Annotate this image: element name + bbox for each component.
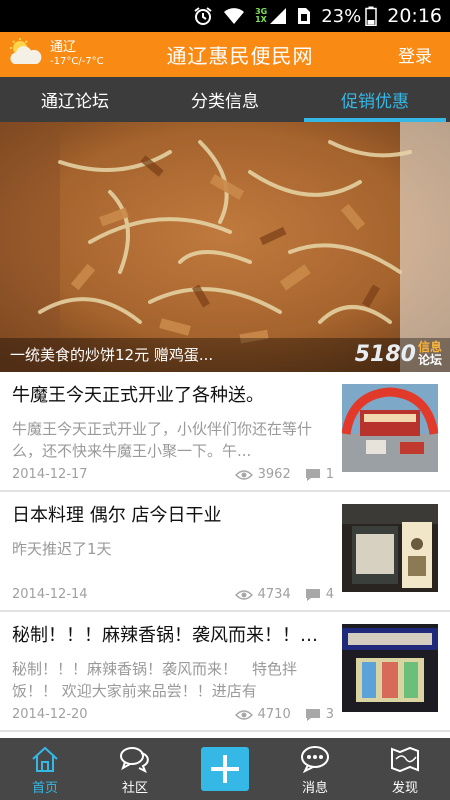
site-logo-watermark: 5180 信息 论坛: [355, 338, 442, 370]
eye-icon: [234, 709, 253, 720]
cloud-sun-icon: [6, 37, 46, 72]
nav-home[interactable]: 首页: [0, 738, 90, 800]
comment-icon: [305, 708, 320, 721]
news-thumbnail: [342, 624, 438, 712]
wifi-icon: [223, 7, 245, 25]
message-dots-icon: [301, 746, 329, 773]
comment-count: 3: [325, 707, 334, 722]
network-type-bottom: 1X: [255, 15, 267, 24]
status-bar: 3G 1X 23% 20:16: [0, 0, 450, 32]
news-title: 日本料理 偶尔 店今日干业: [12, 505, 222, 526]
clock: 20:16: [387, 5, 442, 27]
news-summary: 昨天推迟了1天: [12, 540, 112, 558]
nav-discover-label: 发现: [391, 781, 418, 796]
news-stats: 4734 4: [234, 587, 334, 602]
tab-promotions[interactable]: 促销优惠: [300, 77, 450, 122]
tab-forum[interactable]: 通辽论坛: [0, 77, 150, 122]
battery-icon: [365, 6, 377, 26]
view-count: 3962: [257, 467, 291, 482]
comment-count: 4: [325, 587, 334, 602]
eye-icon: [234, 589, 253, 600]
weather-widget[interactable]: 通辽 -17°C/-7°C: [0, 37, 110, 72]
nav-messages-label: 消息: [301, 781, 328, 796]
signal-icon: 3G 1X: [255, 7, 287, 25]
tab-classifieds[interactable]: 分类信息: [150, 77, 300, 122]
app-title: 通辽惠民便民网: [166, 44, 314, 68]
view-count: 4734: [257, 587, 291, 602]
weather-city: 通辽: [50, 39, 77, 55]
comment-icon: [305, 468, 320, 481]
add-post-button[interactable]: [201, 747, 249, 791]
app-header: 通辽 -17°C/-7°C 通辽惠民便民网 登录: [0, 32, 450, 77]
list-item[interactable]: 牛魔王今天正式开业了各种送。 牛魔王今天正式开业了，小伙伴们你还在等什么，还不快…: [0, 372, 450, 492]
news-date: 2014-12-14: [12, 587, 88, 602]
nav-home-label: 首页: [31, 781, 58, 796]
view-count: 4710: [257, 707, 291, 722]
news-stats: 4710 3: [234, 707, 334, 722]
nav-community-label: 社区: [121, 781, 148, 796]
nav-add[interactable]: [180, 738, 270, 800]
comment-icon: [305, 588, 320, 601]
home-icon: [32, 746, 58, 772]
promo-banner[interactable]: 一统美食的炒饼12元 赠鸡蛋... 5180 信息 论坛: [0, 122, 450, 372]
logo-sub-bottom: 论坛: [417, 353, 442, 367]
news-title: 秘制！！！麻辣香锅！袭风而来！！特色拌饭！！欢: [12, 625, 332, 646]
map-icon: [391, 746, 419, 773]
alarm-icon: [193, 6, 213, 26]
sim-icon: [297, 7, 311, 25]
news-date: 2014-12-17: [12, 467, 88, 482]
news-thumbnail: [342, 384, 438, 472]
chat-bubbles-icon: [120, 747, 149, 773]
eye-icon: [234, 469, 253, 480]
login-button[interactable]: 登录: [390, 42, 450, 67]
plus-icon: [211, 755, 239, 783]
bottom-nav: 首页 社区 消息 发现: [0, 738, 450, 800]
nav-messages[interactable]: 消息: [270, 738, 360, 800]
comment-count: 1: [325, 467, 334, 482]
weather-temperature: -17°C/-7°C: [50, 55, 104, 67]
nav-community[interactable]: 社区: [90, 738, 180, 800]
list-item[interactable]: 日本料理 偶尔 店今日干业 昨天推迟了1天 2014-12-14 4734 4: [0, 492, 450, 612]
list-item[interactable]: 秘制！！！麻辣香锅！袭风而来！！特色拌饭！！欢 秘制！！！麻辣香锅！袭风而来！ …: [0, 612, 450, 732]
logo-number: 5180: [354, 341, 416, 367]
banner-food-image: [0, 122, 450, 372]
nav-discover[interactable]: 发现: [360, 738, 450, 800]
news-summary: 牛魔王今天正式开业了，小伙伴们你还在等什么，还不快来牛魔王小聚一下。午...: [12, 420, 313, 460]
news-list: 牛魔王今天正式开业了各种送。 牛魔王今天正式开业了，小伙伴们你还在等什么，还不快…: [0, 372, 450, 738]
news-thumbnail: [342, 504, 438, 592]
news-stats: 3962 1: [234, 467, 334, 482]
category-tabs: 通辽论坛 分类信息 促销优惠: [0, 77, 450, 122]
battery-percent: 23%: [321, 5, 362, 27]
news-title: 牛魔王今天正式开业了各种送。: [12, 385, 264, 406]
news-date: 2014-12-20: [12, 707, 88, 722]
news-summary: 秘制！！！麻辣香锅！袭风而来！ 特色拌饭！！ 欢迎大家前来品尝！！进店有: [12, 660, 298, 700]
